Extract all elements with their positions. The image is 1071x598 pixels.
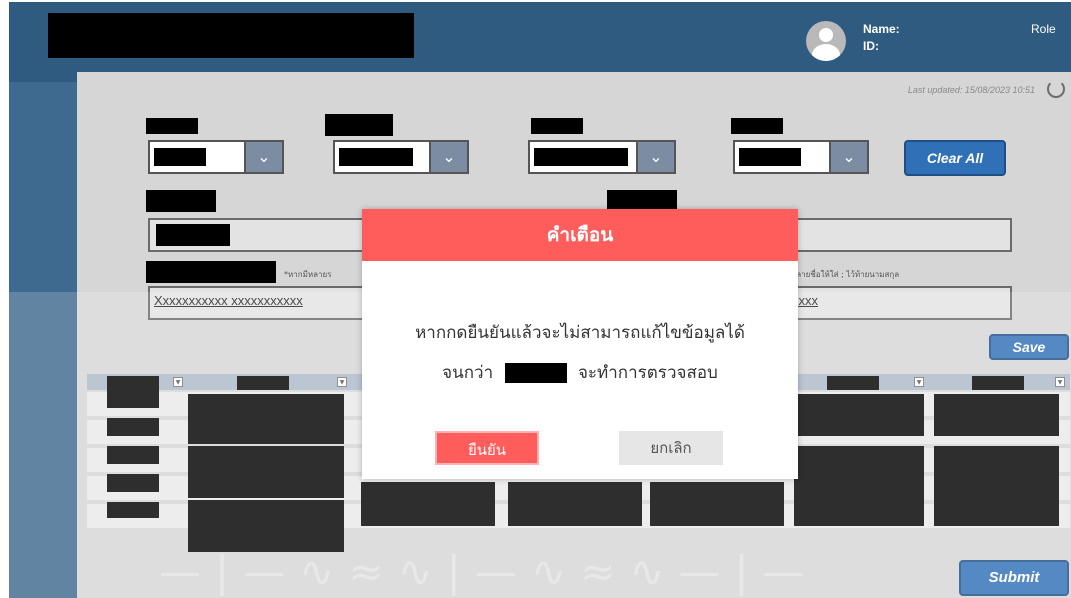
avatar-body-shape xyxy=(812,44,840,61)
redacted-dropdown-value xyxy=(154,148,206,166)
redacted-dropdown-value xyxy=(739,148,801,166)
user-role-label: Role xyxy=(1031,22,1056,36)
filter-dropdown-3[interactable]: ⌄ xyxy=(528,140,676,174)
warning-dialog: คำเตือน หากกดยืนยันแล้วจะไม่สามารถแก้ไขข… xyxy=(362,209,798,479)
dialog-title: คำเตือน xyxy=(362,209,798,261)
field-hint-right: หลายชื่อให้ใส่ ; ไว้ท้ายนามสกุล xyxy=(791,270,900,279)
redacted-input-value xyxy=(156,224,230,246)
redacted-filter-label-1 xyxy=(146,118,198,134)
cancel-button[interactable]: ยกเลิก xyxy=(619,431,723,465)
redacted-field-label-3 xyxy=(146,261,276,283)
app-window: Name: ID: Role Last updated: 15/08/2023 … xyxy=(9,2,1071,598)
user-name-label: Name: xyxy=(863,22,900,36)
clear-all-button[interactable]: Clear All xyxy=(904,140,1006,176)
filter-dropdown-4[interactable]: ⌄ xyxy=(733,140,869,174)
redacted-filter-label-3 xyxy=(531,118,583,134)
confirm-button[interactable]: ยืนยัน xyxy=(435,431,539,465)
chevron-down-icon[interactable]: ⌄ xyxy=(829,142,867,172)
dialog-message-prefix: จนกว่า xyxy=(442,363,494,383)
field-hint-left: *หากมีหลายร xyxy=(284,270,332,279)
refresh-icon[interactable] xyxy=(1047,80,1065,98)
redacted-app-title xyxy=(48,13,414,58)
watermark-seal: —|—∿≈∿|—∿≈∿—|— xyxy=(159,547,819,596)
dialog-message-line-2: จนกว่า จะทำการตรวจสอบ xyxy=(362,359,798,386)
filter-dropdown-1[interactable]: ⌄ xyxy=(148,140,284,174)
top-header: Name: ID: Role xyxy=(9,2,1071,82)
dialog-message-line-1: หากกดยืนยันแล้วจะไม่สามารถแก้ไขข้อมูลได้ xyxy=(415,323,745,343)
redacted-field-label-1 xyxy=(146,190,216,212)
redacted-filter-label-4 xyxy=(731,118,783,134)
dialog-message-suffix: จะทำการตรวจสอบ xyxy=(577,363,718,383)
chevron-down-icon[interactable]: ⌄ xyxy=(244,142,282,172)
redacted-role-name xyxy=(504,363,567,383)
user-id-label: ID: xyxy=(863,39,879,53)
redacted-filter-label-2 xyxy=(325,114,393,136)
avatar[interactable] xyxy=(806,21,846,61)
redacted-dropdown-value xyxy=(534,148,628,166)
avatar-head-shape xyxy=(819,28,833,42)
filter-dropdown-2[interactable]: ⌄ xyxy=(333,140,469,174)
last-updated-text: Last updated: 15/08/2023 10:51 xyxy=(907,85,1035,95)
redacted-dropdown-value xyxy=(339,148,413,166)
chevron-down-icon[interactable]: ⌄ xyxy=(636,142,674,172)
chevron-down-icon[interactable]: ⌄ xyxy=(429,142,467,172)
